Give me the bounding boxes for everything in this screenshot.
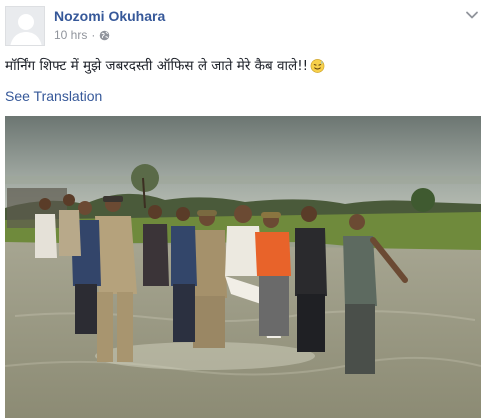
chevron-down-icon[interactable]	[465, 8, 479, 22]
post-body: मॉर्निंग शिफ्ट में मुझे जबरदस्ती ऑफिस ले…	[5, 56, 475, 74]
post-photo[interactable]	[5, 116, 481, 418]
post-timestamp[interactable]: 10 hrs	[54, 28, 87, 42]
see-translation-link[interactable]: See Translation	[5, 88, 102, 104]
author-avatar[interactable]	[5, 6, 45, 46]
flood-crossing-photo	[5, 116, 481, 418]
author-name[interactable]: Nozomi Okuhara	[54, 8, 165, 24]
default-avatar-icon	[6, 7, 44, 45]
sweat-smile-emoji-icon	[310, 58, 325, 73]
post-meta: 10 hrs ·	[54, 28, 110, 42]
meta-separator: ·	[91, 28, 96, 42]
post-text: मॉर्निंग शिफ्ट में मुझे जबरदस्ती ऑफिस ले…	[5, 58, 309, 74]
globe-icon[interactable]	[99, 30, 110, 41]
